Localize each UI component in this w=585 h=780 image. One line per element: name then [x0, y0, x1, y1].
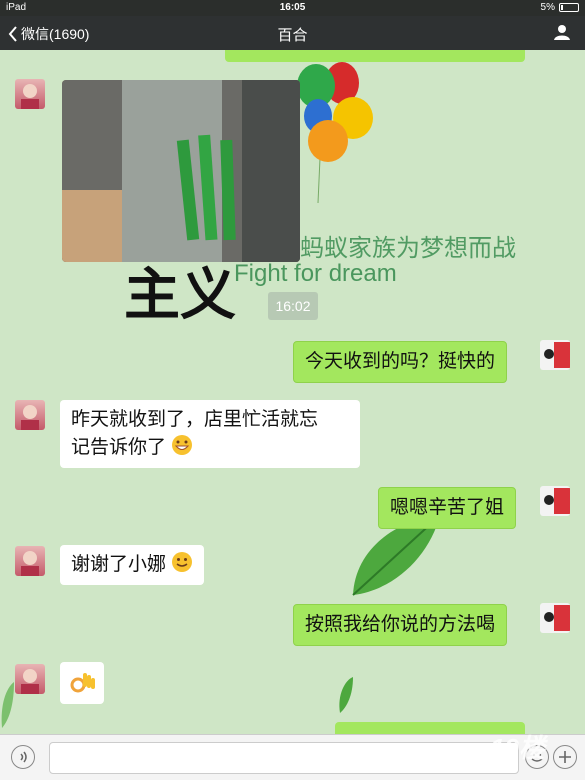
outgoing-message[interactable]: 今天收到的吗？挺快的 — [293, 341, 508, 383]
battery-icon — [559, 3, 579, 12]
contact-avatar[interactable] — [15, 546, 45, 576]
ok-hand-emoji-icon — [70, 673, 95, 693]
background-big-glyph: 主义 — [124, 263, 236, 326]
incoming-message[interactable]: 昨天就收到了，店里忙活就忘 记告诉你了 — [60, 400, 360, 468]
battery-indicator: 5% — [541, 2, 579, 13]
avatar-image — [21, 669, 39, 694]
message-line-2: 记告诉你了 — [71, 434, 349, 462]
product-photo — [62, 80, 300, 262]
balloons-decoration — [297, 62, 373, 204]
voice-icon — [20, 751, 27, 763]
avatar-image — [544, 342, 570, 368]
avatar-image — [21, 405, 39, 430]
message-line: 昨天就收到了，店里忙活就忘 — [71, 409, 319, 430]
avatar-image — [544, 488, 570, 514]
outgoing-message[interactable]: 嗯嗯辛苦了姐 — [378, 487, 517, 529]
clock: 16:05 — [279, 2, 306, 13]
incoming-message[interactable]: 谢谢了小娜 — [60, 545, 205, 585]
background-slogan-en: Fight for dream — [234, 260, 397, 287]
incoming-emoji-message[interactable] — [60, 662, 104, 704]
image-message[interactable] — [62, 80, 300, 262]
contact-avatar[interactable] — [15, 79, 45, 109]
message-timestamp: 16:02 — [268, 292, 318, 320]
my-avatar[interactable] — [540, 603, 570, 633]
plus-icon — [559, 751, 571, 763]
chat-title: 百合 — [277, 27, 308, 44]
voice-input-button[interactable] — [11, 745, 35, 769]
message-input[interactable] — [49, 742, 519, 774]
my-avatar[interactable] — [540, 486, 570, 516]
site-watermark: 19楼 — [490, 733, 545, 763]
contact-info-icon[interactable] — [553, 23, 571, 41]
outgoing-message[interactable]: 按照我给你说的方法喝 — [293, 604, 508, 646]
grin-emoji-icon — [172, 435, 193, 455]
message-line-text: 记告诉你了 — [71, 437, 167, 458]
background-slogan-cn: 蚂蚁家族为梦想而战 — [300, 235, 516, 262]
contact-avatar[interactable] — [15, 664, 45, 694]
contact-avatar[interactable] — [15, 400, 45, 430]
smile-emoji-icon — [172, 552, 193, 572]
message-text: 谢谢了小娜 — [71, 554, 167, 575]
more-options-button[interactable] — [553, 745, 577, 769]
my-avatar[interactable] — [540, 340, 570, 370]
avatar-image — [544, 605, 570, 631]
status-bar: iPad 16:05 5% — [0, 0, 585, 16]
leaf-left-decoration — [1, 682, 14, 728]
small-leaf-decoration — [339, 677, 353, 713]
nav-bar: 微信(1690) 百合 — [0, 16, 585, 50]
avatar-image — [21, 551, 39, 576]
avatar-image — [21, 84, 39, 109]
battery-percent: 5% — [540, 2, 555, 13]
